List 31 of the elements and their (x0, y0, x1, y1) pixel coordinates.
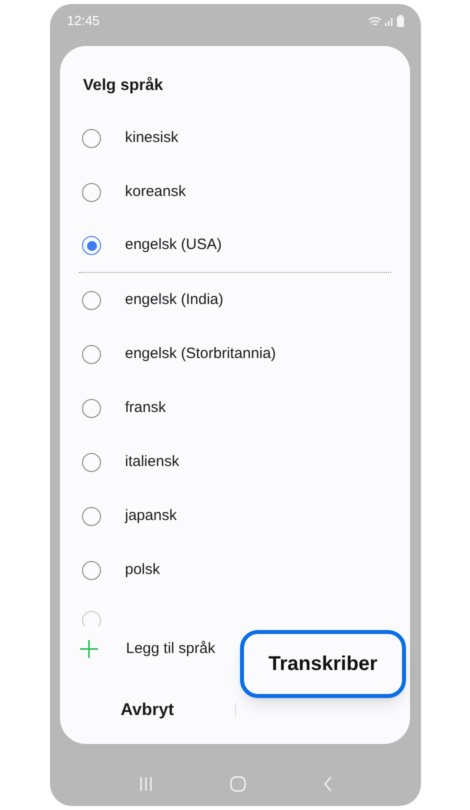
radio-button[interactable] (82, 398, 101, 418)
recent-apps-icon[interactable] (138, 776, 152, 792)
radio-button[interactable] (82, 236, 101, 255)
battery-icon (397, 15, 404, 27)
language-option[interactable]: polsk (79, 543, 391, 597)
confirm-button[interactable]: Transkriber (240, 630, 406, 698)
language-option[interactable]: engelsk (Storbritannia) (79, 327, 391, 381)
plus-icon[interactable] (80, 640, 98, 658)
radio-button[interactable] (82, 611, 101, 626)
radio-button[interactable] (82, 128, 101, 148)
radio-button[interactable] (82, 506, 101, 526)
wifi-icon (368, 16, 382, 26)
radio-button[interactable] (82, 182, 101, 202)
back-icon[interactable] (322, 776, 332, 792)
radio-button[interactable] (82, 290, 101, 310)
signal-icon (385, 16, 394, 26)
language-option[interactable]: engelsk (USA) (79, 219, 391, 273)
home-icon[interactable] (230, 776, 246, 792)
status-time: 12:45 (67, 12, 100, 30)
language-option[interactable]: japansk (79, 489, 391, 543)
language-option[interactable]: koreansk (79, 165, 391, 219)
language-option[interactable]: fransk (79, 381, 391, 435)
dialog-title: Velg språk (83, 76, 164, 96)
radio-button[interactable] (82, 560, 101, 580)
language-option[interactable]: engelsk (India) (79, 273, 391, 327)
add-language-link[interactable]: Legg til språk (126, 638, 216, 660)
cancel-button[interactable]: Avbryt (60, 688, 234, 732)
radio-button[interactable] (82, 452, 101, 472)
language-option[interactable]: italiensk (79, 435, 391, 489)
language-option[interactable]: kinesisk (79, 111, 391, 165)
radio-button[interactable] (82, 344, 101, 364)
